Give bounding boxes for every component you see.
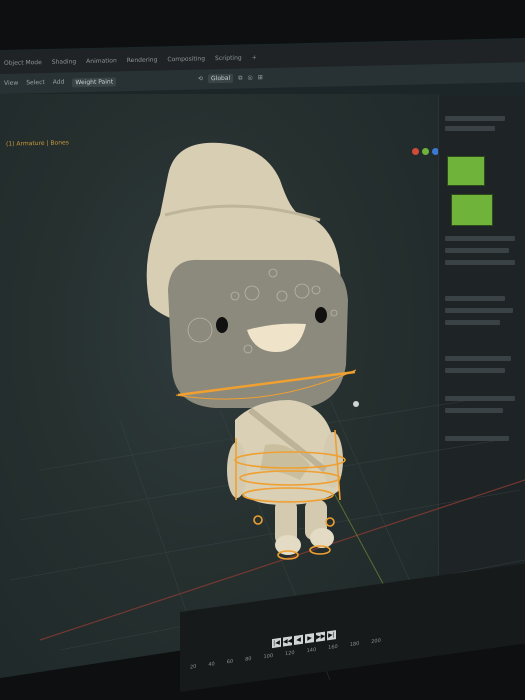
frame-tick: 200 [371, 637, 381, 646]
next-keyframe-icon[interactable]: ▶▶ [316, 631, 325, 642]
frame-tick: 60 [226, 658, 234, 666]
bone-control-dot[interactable] [353, 401, 359, 407]
frame-tick: 160 [328, 643, 338, 652]
play-icon[interactable]: ▶ [305, 633, 314, 644]
prev-keyframe-icon[interactable]: ◀◀ [283, 636, 292, 647]
frame-tick: 100 [263, 652, 274, 661]
jump-start-icon[interactable]: |◀ [272, 637, 281, 649]
jump-end-icon[interactable]: ▶| [327, 630, 336, 641]
frame-tick: 80 [245, 655, 252, 663]
frame-tick: 20 [190, 663, 197, 671]
frame-tick: 180 [349, 640, 360, 649]
left-eye [216, 317, 228, 333]
frame-tick: 40 [208, 661, 215, 669]
right-eye [315, 307, 327, 323]
frame-tick: 140 [306, 646, 317, 655]
character-model-icon[interactable] [146, 142, 348, 555]
frame-tick: 120 [285, 649, 295, 658]
play-reverse-icon[interactable]: ◀ [294, 634, 303, 645]
